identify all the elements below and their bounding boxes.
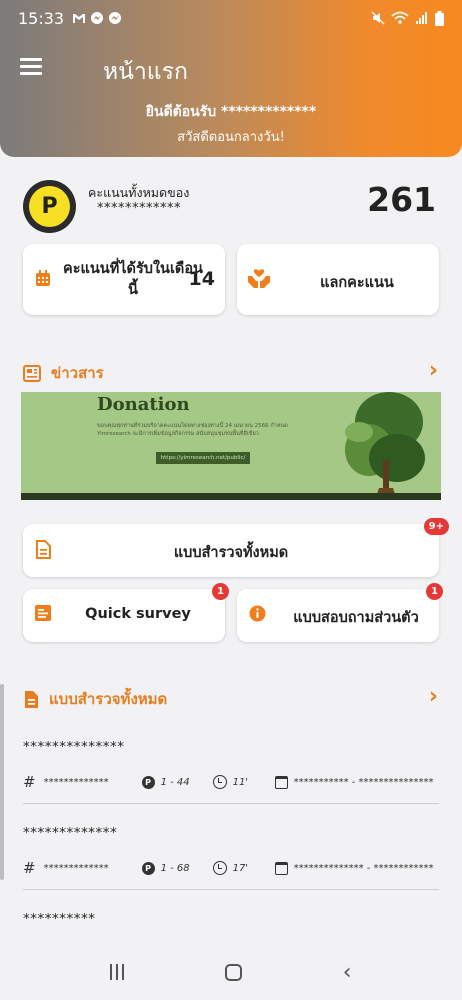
monthly-points-label: คะแนนที่ได้รับในเดือนนี้	[63, 261, 203, 298]
all-surveys-button[interactable]: แบบสำรวจทั้งหมด 9+	[23, 518, 449, 577]
survey-title: **************	[23, 739, 125, 755]
messenger-icon	[91, 12, 104, 24]
wifi-icon	[391, 11, 409, 24]
survey-date: ************** - ************	[293, 862, 434, 874]
survey-points: 1 - 68	[160, 862, 190, 874]
personal-survey-label: แบบสอบถามส่วนตัว	[293, 610, 419, 626]
personal-survey-badge: 1	[426, 583, 443, 600]
news-section-header[interactable]: ข่าวสาร	[23, 361, 104, 385]
mute-icon	[371, 11, 385, 25]
points-username: ************	[97, 201, 181, 216]
menu-icon[interactable]	[20, 58, 42, 79]
app-header: 15:33 หน้าแรก ยินดีต้อนรับ *************…	[0, 0, 462, 157]
points-badge-letter: P	[29, 186, 70, 227]
surveys-section-header[interactable]: แบบสำรวจทั้งหมด	[23, 687, 167, 711]
all-surveys-label: แบบสำรวจทั้งหมด	[173, 545, 289, 561]
signal-icon	[416, 12, 427, 24]
info-icon	[249, 605, 266, 622]
points-badge-icon: P	[23, 180, 76, 233]
quick-survey-badge: 1	[212, 583, 229, 600]
calendar-icon	[274, 775, 288, 789]
quick-survey-label: Quick survey	[85, 606, 191, 622]
divider	[23, 803, 439, 804]
surveys-section-title: แบบสำรวจทั้งหมด	[49, 690, 168, 708]
back-icon[interactable]: ‹	[343, 960, 352, 985]
calendar-icon	[274, 861, 288, 875]
hash-icon: #	[23, 773, 36, 791]
monthly-points-value: 14	[188, 268, 215, 290]
quick-survey-button[interactable]: Quick survey 1	[23, 583, 229, 642]
survey-title: **********	[23, 911, 96, 927]
survey-document-icon	[25, 690, 38, 708]
battery-icon	[435, 10, 444, 26]
hands-heart-icon	[248, 269, 270, 288]
scrollbar-handle[interactable]	[0, 684, 4, 880]
redeem-points-button[interactable]: แลกคะแนน	[237, 244, 439, 315]
survey-time: 17'	[232, 862, 249, 874]
divider	[23, 889, 439, 890]
news-banner[interactable]: Donation ขอบคุณทุกท่านที่ร่วมบริจาคคะแนน…	[21, 392, 441, 500]
home-icon[interactable]	[225, 963, 243, 981]
points-label: คะแนนทั้งหมดของ	[88, 185, 190, 200]
status-time: 15:33	[18, 8, 65, 28]
points-icon: P	[141, 861, 155, 875]
tree-illustration	[345, 392, 425, 500]
survey-code: *************	[43, 862, 109, 874]
gmail-icon	[73, 13, 86, 23]
survey-list-item[interactable]: **********	[23, 911, 439, 927]
survey-list-item[interactable]: ************** # ************* P 1 - 44 …	[23, 739, 439, 804]
system-nav-bar: ‹	[0, 944, 462, 1000]
monthly-points-card[interactable]: คะแนนที่ได้รับในเดือนนี้ 14	[23, 244, 225, 315]
surveys-more-chevron-icon[interactable]: ›	[429, 684, 438, 709]
welcome-text: ยินดีต้อนรับ *************	[145, 104, 317, 120]
greeting-text: สวัสดีตอนกลางวัน!	[177, 130, 285, 145]
survey-meta: # ************* P 1 - 68 17' ***********…	[23, 859, 439, 877]
points-icon: P	[141, 775, 155, 789]
redeem-points-label: แลกคะแนน	[320, 275, 394, 291]
calendar-icon	[36, 270, 50, 286]
points-total: 261	[367, 180, 436, 219]
recent-apps-icon[interactable]	[110, 964, 125, 980]
clock-icon	[212, 861, 227, 875]
survey-time: 11'	[232, 776, 249, 788]
survey-meta: # ************* P 1 - 44 11' ***********…	[23, 773, 439, 791]
news-section-title: ข่าวสาร	[51, 364, 104, 382]
survey-date: *********** - ***************	[293, 776, 434, 788]
survey-list-item[interactable]: ************* # ************* P 1 - 68 1…	[23, 825, 439, 890]
quick-survey-icon	[35, 605, 51, 621]
survey-title: *************	[23, 825, 118, 841]
clock-icon	[212, 775, 227, 789]
banner-text: ขอบคุณทุกท่านที่ร่วมบริจาคคะแนนโดยทางช่อ…	[97, 423, 288, 437]
news-more-chevron-icon[interactable]: ›	[429, 358, 438, 383]
messenger-icon-2	[109, 12, 122, 24]
hash-icon: #	[23, 859, 36, 877]
banner-title: Donation	[97, 394, 190, 415]
banner-link: https://yimresearch.net/public/	[156, 452, 250, 464]
personal-survey-button[interactable]: แบบสอบถามส่วนตัว 1	[237, 583, 443, 642]
all-surveys-badge: 9+	[423, 518, 449, 535]
page-title: หน้าแรก	[103, 59, 188, 85]
survey-code: *************	[43, 776, 109, 788]
status-bar: 15:33	[0, 0, 462, 36]
newspaper-icon	[23, 364, 41, 382]
banner-ground	[21, 493, 441, 500]
survey-points: 1 - 44	[160, 776, 190, 788]
